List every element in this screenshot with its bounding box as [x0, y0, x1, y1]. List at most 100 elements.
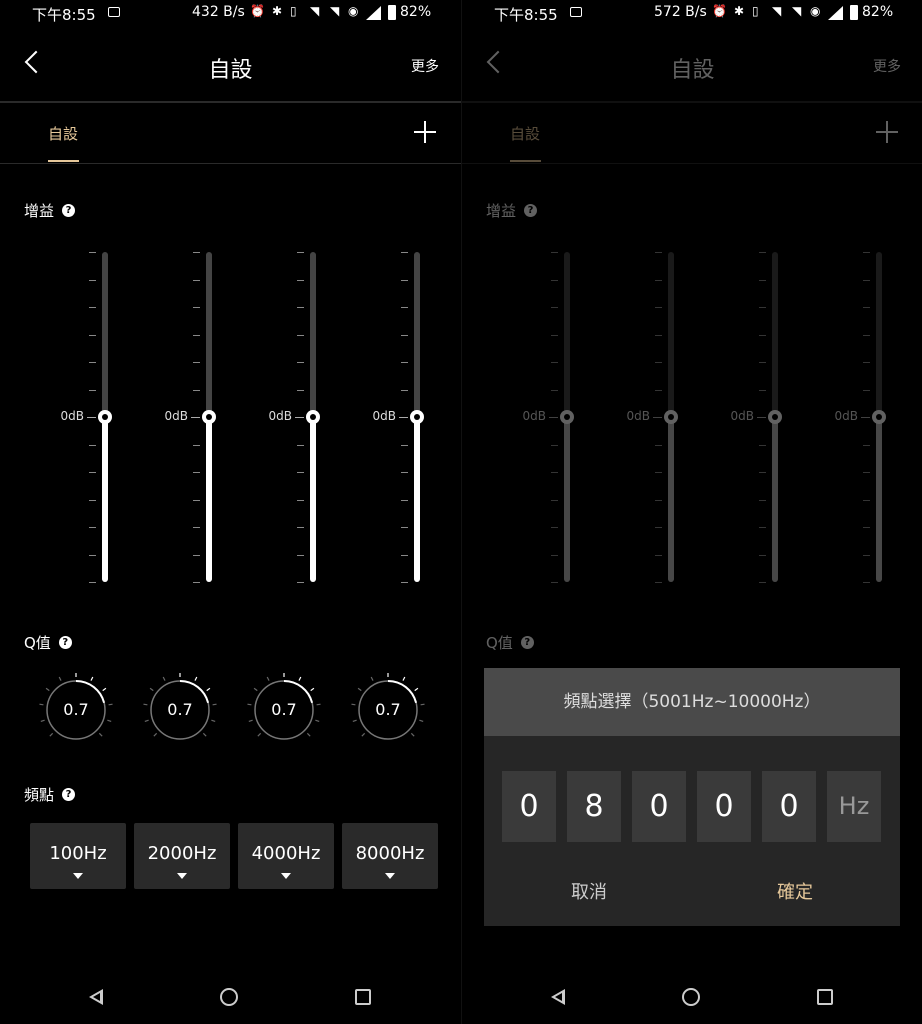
slider-tick	[191, 417, 200, 418]
freq-select-button[interactable]: 4000Hz	[238, 823, 334, 889]
slider-tick	[193, 362, 200, 363]
recents-square-icon[interactable]	[355, 989, 371, 1005]
freq-label: 頻點	[24, 786, 55, 804]
knob-tick	[419, 719, 424, 723]
back-triangle-icon[interactable]	[551, 989, 565, 1005]
slider-tick	[89, 362, 96, 363]
digit-picker[interactable]: 8	[567, 771, 621, 842]
slider-tick	[297, 444, 304, 446]
slider-tick	[193, 444, 200, 446]
caret-down-icon	[73, 873, 83, 879]
q-knob[interactable]: 0.7	[142, 672, 218, 748]
digit-picker[interactable]: 0	[632, 771, 686, 842]
knob-tick	[194, 676, 198, 681]
vibrate-icon: ▯	[752, 4, 759, 18]
gain-slider[interactable]: 0dB	[158, 252, 218, 584]
slider-tick	[193, 334, 200, 336]
slider-tick	[401, 389, 408, 391]
slider-tick	[89, 444, 96, 446]
freq-select-button[interactable]: 8000Hz	[342, 823, 438, 889]
knob-tick	[49, 732, 54, 737]
gain-slider[interactable]: 0dB	[262, 252, 322, 584]
digit-picker[interactable]: 0	[762, 771, 816, 842]
status-bar: 下午8:55 572 B/s ⏰ ✱ ▯ ◥ ◥ ◉ 82%	[462, 0, 922, 26]
slider-tick	[401, 334, 408, 336]
digit-picker[interactable]: 0	[697, 771, 751, 842]
preset-tabs: 自設	[0, 103, 461, 163]
slider-tick	[193, 279, 200, 281]
network-speed: 432 B/s	[192, 4, 245, 20]
knob-tick	[162, 676, 166, 681]
knob-tick	[257, 732, 262, 737]
cancel-button[interactable]: 取消	[544, 878, 634, 904]
freq-select-button[interactable]: 2000Hz	[134, 823, 230, 889]
home-circle-icon[interactable]	[220, 988, 238, 1006]
gain-value-label: 0dB	[372, 409, 396, 423]
status-time: 下午8:55	[494, 6, 558, 24]
knob-tick	[248, 719, 253, 723]
home-circle-icon[interactable]	[682, 988, 700, 1006]
slider-tick	[89, 527, 96, 528]
q-value: 0.7	[167, 700, 193, 719]
freq-value: 100Hz	[49, 843, 107, 864]
knob-tick	[149, 687, 154, 692]
slider-tick	[297, 362, 304, 363]
gain-slider[interactable]: 0dB	[366, 252, 426, 584]
battery-level: 82%	[862, 4, 894, 20]
slider-tick	[297, 527, 304, 528]
slider-tick	[193, 252, 200, 253]
question-icon[interactable]: ?	[62, 788, 76, 801]
slider-thumb[interactable]	[306, 410, 320, 424]
slider-thumb[interactable]	[98, 410, 112, 424]
eq-screen-main: 下午8:55 432 B/s ⏰ ✱ ▯ ◥ ◥ ◉ 82% 自設 更多 自設 …	[0, 0, 461, 1024]
slider-thumb[interactable]	[410, 410, 424, 424]
tab-custom[interactable]: 自設	[48, 123, 78, 144]
question-icon[interactable]: ?	[62, 204, 76, 217]
slider-tick	[401, 472, 408, 473]
digit-picker[interactable]: 0	[502, 771, 556, 842]
q-value: 0.7	[375, 700, 401, 719]
q-knob[interactable]: 0.7	[350, 672, 426, 748]
system-nav-bar	[462, 975, 922, 1019]
slider-tick	[297, 472, 304, 473]
alarm-icon: ⏰	[250, 4, 265, 18]
question-icon[interactable]: ?	[58, 636, 72, 649]
q-section-label: Q值 ?	[24, 632, 72, 653]
knob-tick	[90, 676, 94, 681]
wifi-icon: ◥	[792, 4, 802, 18]
hotspot-icon: ◉	[348, 4, 359, 18]
gain-slider[interactable]: 0dB	[54, 252, 114, 584]
slider-tick	[297, 499, 304, 501]
knob-tick	[298, 676, 302, 681]
slider-tick	[401, 307, 408, 308]
slider-tick	[297, 554, 304, 556]
plus-icon[interactable]	[414, 121, 436, 143]
signal-icon	[366, 6, 381, 20]
slider-tick	[193, 527, 200, 528]
wifi-icon: ◥	[330, 4, 340, 18]
caret-down-icon	[177, 873, 187, 879]
slider-tick	[297, 252, 304, 253]
battery-level: 82%	[400, 4, 432, 20]
slider-tick	[297, 307, 304, 308]
alarm-icon: ⏰	[712, 4, 727, 18]
slider-tick	[89, 389, 96, 391]
slider-tick	[297, 279, 304, 281]
knob-tick	[153, 732, 158, 737]
battery-icon	[850, 5, 858, 20]
freq-select-button[interactable]: 100Hz	[30, 823, 126, 889]
back-triangle-icon[interactable]	[89, 989, 103, 1005]
recents-square-icon[interactable]	[817, 989, 833, 1005]
q-knob[interactable]: 0.7	[246, 672, 322, 748]
slider-thumb[interactable]	[202, 410, 216, 424]
gain-label: 增益	[24, 202, 55, 220]
image-notification-icon	[108, 7, 120, 17]
caret-down-icon	[281, 873, 291, 879]
divider	[0, 163, 461, 164]
slider-tick	[89, 582, 96, 583]
knob-tick	[410, 732, 415, 737]
app-header: 自設 更多	[0, 30, 461, 100]
q-knob[interactable]: 0.7	[38, 672, 114, 748]
more-button[interactable]: 更多	[411, 56, 439, 76]
confirm-button[interactable]: 確定	[750, 878, 840, 904]
